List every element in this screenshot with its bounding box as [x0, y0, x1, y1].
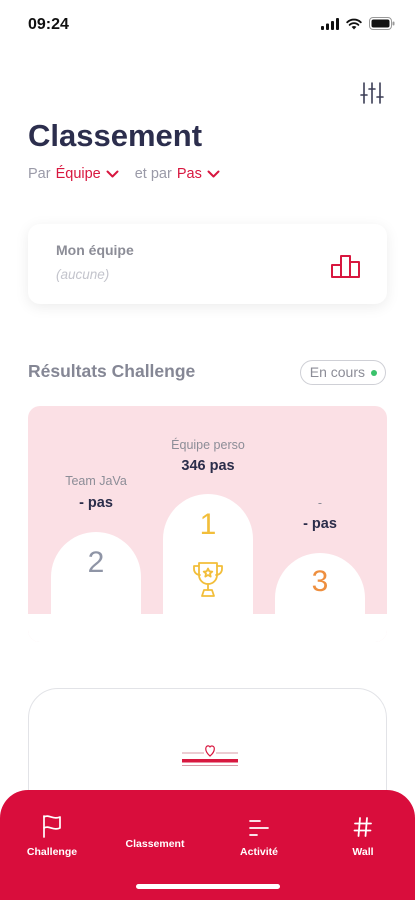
challenge-status-text: En cours — [309, 364, 365, 380]
battery-icon — [369, 17, 395, 30]
activity-lines-icon — [249, 820, 269, 836]
sort-joiner: et par — [134, 166, 172, 182]
tab-wall[interactable]: Wall — [321, 812, 405, 858]
sort-prefix: Par — [28, 166, 51, 182]
first-place-rank: 1 — [199, 508, 217, 541]
tab-activite[interactable]: Activité — [217, 812, 301, 858]
status-bar: 09:24 — [0, 0, 415, 50]
challenge-status-badge: En cours — [299, 360, 386, 385]
page-title: Classement — [28, 118, 203, 153]
first-place-name: Équipe perso — [171, 438, 245, 452]
podium-card: Team JaVa - pas 2 Équipe perso 346 pas 1… — [28, 406, 387, 642]
group-by-dropdown[interactable]: Équipe — [56, 166, 101, 182]
first-place-pillar: 1 — [163, 494, 253, 642]
my-team-label: Mon équipe — [56, 242, 134, 258]
status-dot — [371, 370, 377, 376]
second-place-score: - pas — [79, 495, 113, 511]
status-time: 09:24 — [28, 16, 69, 33]
results-title: Résultats Challenge — [28, 361, 196, 381]
partner-logo — [182, 745, 238, 766]
second-place-name: Team JaVa — [65, 474, 127, 488]
chevron-down-icon[interactable] — [207, 166, 220, 182]
third-place-score: - pas — [303, 516, 337, 532]
signal-icon — [321, 17, 339, 30]
wifi-icon — [346, 18, 362, 29]
tab-label: Wall — [352, 846, 374, 858]
my-team-value: (aucune) — [56, 267, 110, 282]
filter-settings-button[interactable] — [359, 80, 385, 106]
sliders-icon — [360, 82, 384, 104]
third-place-rank: 3 — [311, 565, 329, 598]
tab-label: Challenge — [26, 846, 78, 858]
home-indicator — [136, 884, 280, 889]
trophy-icon — [193, 562, 223, 597]
sort-selector-row: Par Équipe et par Pas — [28, 166, 236, 182]
tab-label: Classement — [125, 838, 185, 850]
flag-icon — [43, 815, 61, 838]
third-place-name: - — [317, 496, 323, 510]
second-place-pillar: 2 — [51, 532, 141, 642]
tab-challenge[interactable]: Challenge — [10, 812, 94, 858]
my-team-card[interactable]: Mon équipe (aucune) — [28, 224, 387, 304]
chevron-down-icon[interactable] — [106, 166, 119, 182]
metric-dropdown[interactable]: Pas — [177, 166, 202, 182]
third-place-pillar: 3 — [275, 553, 365, 642]
second-place-rank: 2 — [87, 546, 105, 579]
status-icons — [321, 17, 395, 30]
tab-classement[interactable]: Classement — [113, 812, 197, 850]
tab-label: Activité — [240, 846, 278, 858]
first-place-score: 346 pas — [181, 458, 235, 474]
hash-icon — [353, 817, 372, 837]
podium-icon — [331, 255, 360, 278]
